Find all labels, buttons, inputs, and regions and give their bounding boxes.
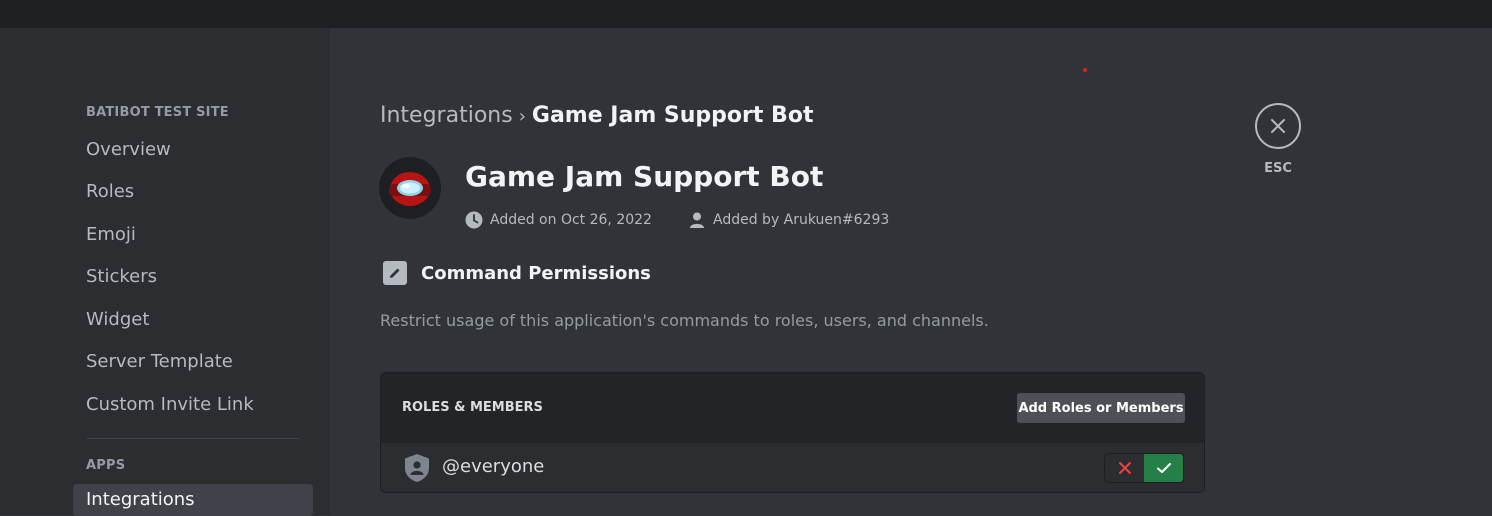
permission-toggle — [1104, 453, 1184, 483]
among-us-red-crewmate-icon — [389, 172, 431, 206]
sidebar-item-server-template[interactable]: Server Template — [73, 346, 313, 378]
roles-members-label: ROLES & MEMBERS — [402, 400, 543, 415]
sidebar-item-integrations[interactable]: Integrations — [73, 484, 313, 516]
sidebar-item-widget[interactable]: Widget — [73, 304, 313, 336]
settings-sidebar: BATIBOT TEST SITE Overview Roles Emoji S… — [0, 28, 330, 516]
close-button[interactable] — [1255, 103, 1301, 149]
breadcrumb: Integrations › Game Jam Support Bot — [380, 103, 813, 128]
sidebar-item-stickers[interactable]: Stickers — [73, 261, 313, 293]
cursor-dot — [1083, 68, 1087, 72]
breadcrumb-current: Game Jam Support Bot — [531, 103, 814, 128]
added-on-text: Added on Oct 26, 2022 — [490, 212, 652, 228]
close-icon — [1271, 119, 1285, 133]
integration-detail-panel: Integrations › Game Jam Support Bot Game J… — [330, 28, 1492, 515]
permissions-description: Restrict usage of this application's com… — [380, 311, 989, 330]
command-permissions-heading: Command Permissions — [383, 261, 651, 285]
added-by-text: Added by Arukuen#6293 — [713, 212, 890, 228]
role-name: @everyone — [442, 456, 545, 477]
command-permissions-title: Command Permissions — [421, 262, 651, 284]
close-settings: ESC — [1255, 103, 1301, 176]
sidebar-item-emoji[interactable]: Emoji — [73, 219, 313, 251]
user-icon — [690, 212, 704, 228]
allow-button[interactable] — [1144, 454, 1183, 482]
chevron-right-icon: › — [518, 106, 526, 127]
x-icon — [1118, 462, 1131, 474]
roles-members-header: ROLES & MEMBERS Add Roles or Members — [381, 373, 1204, 443]
window-titlebar — [0, 0, 1492, 28]
roles-members-panel: ROLES & MEMBERS Add Roles or Members @ev… — [380, 372, 1205, 493]
server-name-header: BATIBOT TEST SITE — [86, 105, 229, 120]
role-shield-icon — [403, 453, 431, 487]
breadcrumb-integrations-link[interactable]: Integrations — [380, 103, 513, 128]
app-name-heading: Game Jam Support Bot — [465, 160, 824, 193]
sidebar-item-roles[interactable]: Roles — [73, 176, 313, 208]
deny-button[interactable] — [1105, 454, 1144, 482]
sidebar-divider — [86, 438, 300, 439]
add-roles-or-members-button[interactable]: Add Roles or Members — [1017, 393, 1185, 423]
clock-icon — [465, 211, 483, 229]
checkmark-icon — [1156, 463, 1171, 473]
permission-row-everyone: @everyone — [381, 443, 1204, 492]
apps-section-header: APPS — [86, 458, 126, 473]
added-by-meta: Added by Arukuen#6293 — [688, 210, 889, 230]
esc-label: ESC — [1264, 161, 1292, 176]
pencil-icon — [383, 261, 407, 285]
sidebar-item-custom-invite-link[interactable]: Custom Invite Link — [73, 389, 313, 421]
added-on-meta: Added on Oct 26, 2022 — [465, 210, 652, 230]
sidebar-item-overview[interactable]: Overview — [73, 134, 313, 166]
app-avatar — [379, 157, 441, 219]
